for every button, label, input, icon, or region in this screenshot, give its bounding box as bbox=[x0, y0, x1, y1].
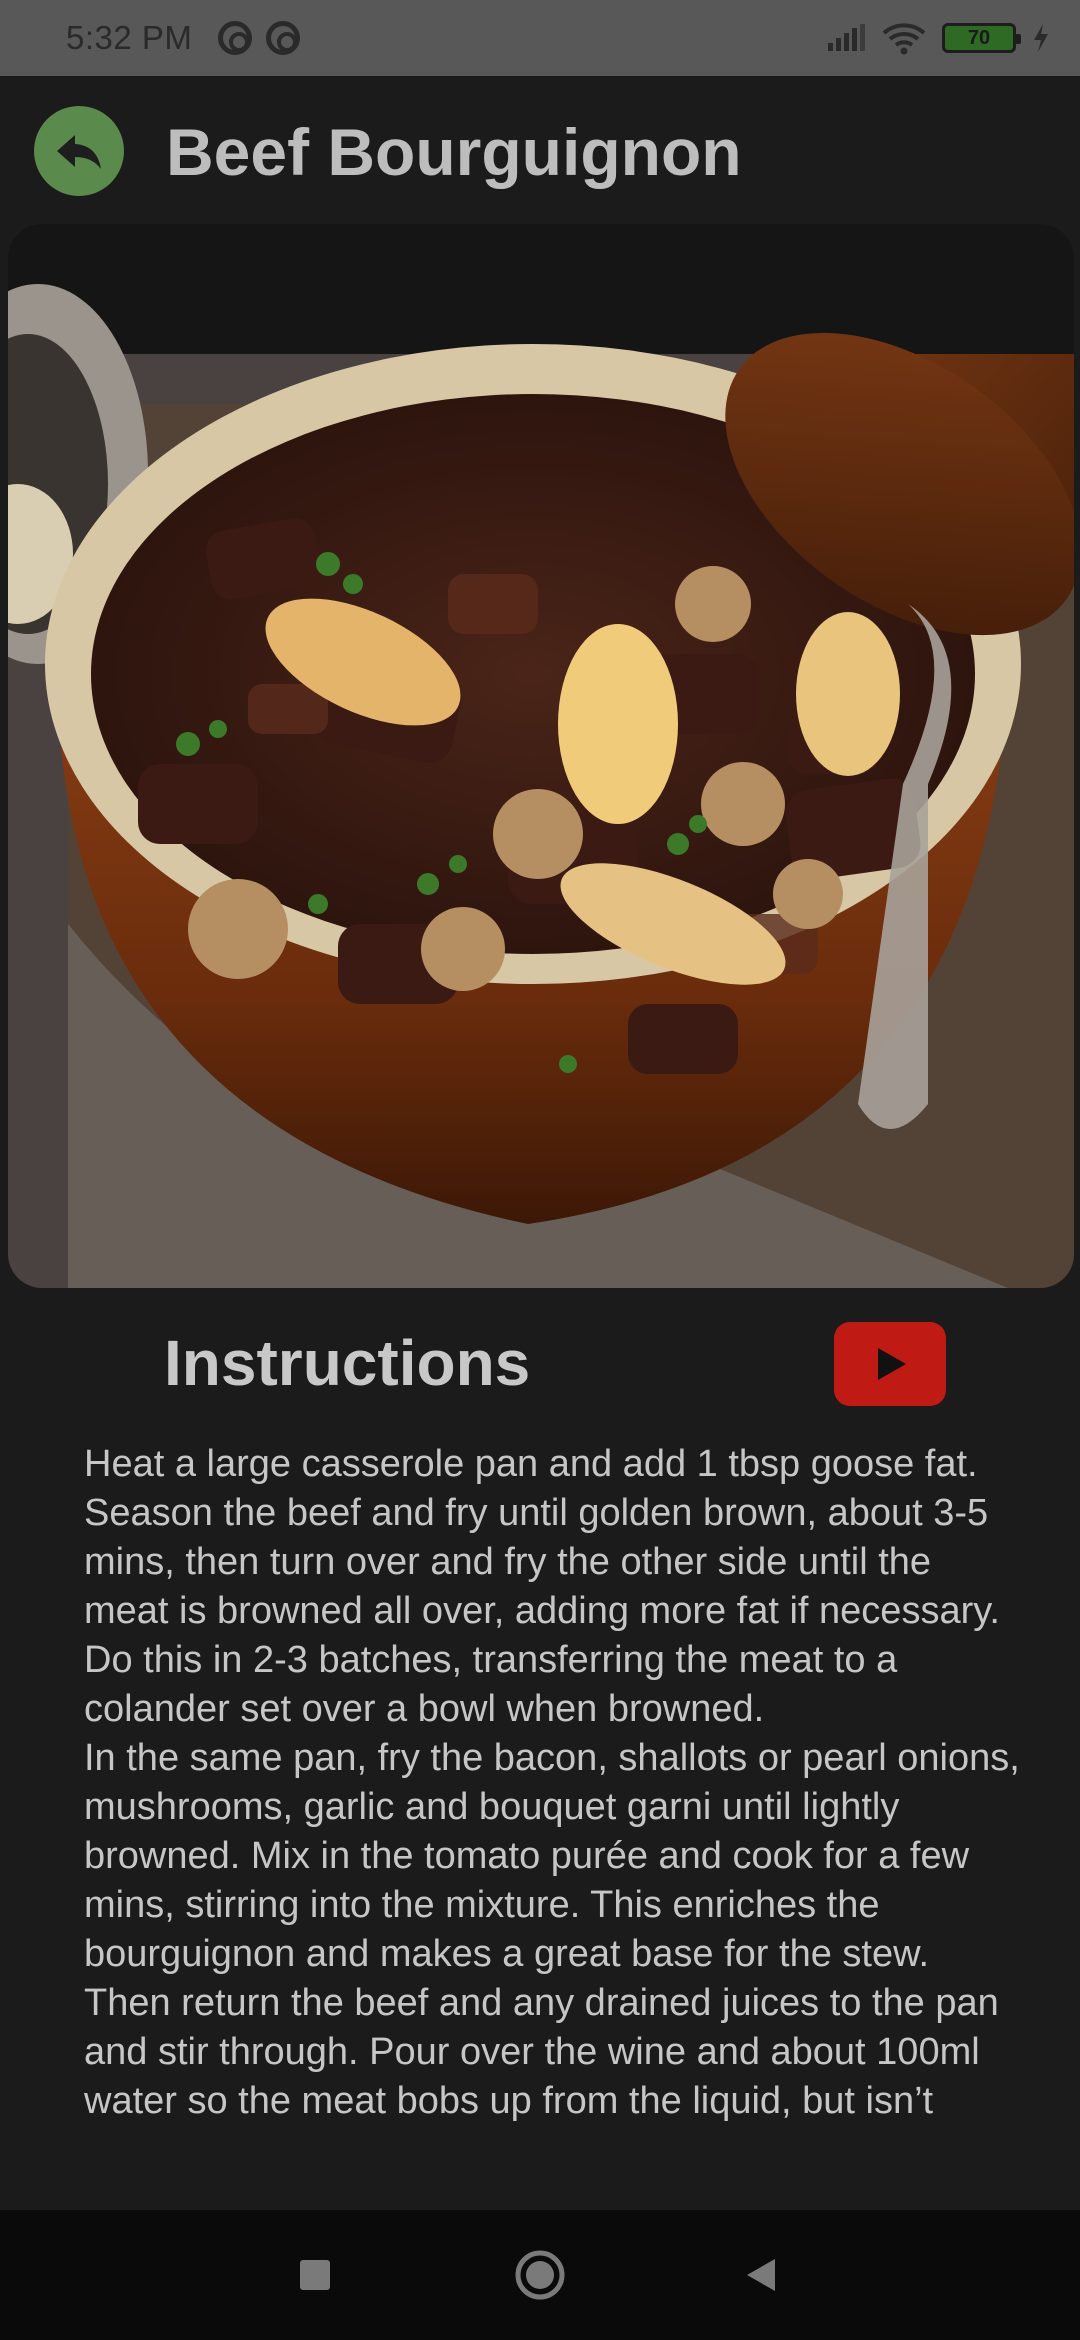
instruction-paragraph: In the same pan, fry the bacon, shallots… bbox=[84, 1737, 1020, 2122]
recents-square-icon bbox=[300, 2260, 330, 2290]
home-button[interactable] bbox=[513, 2248, 567, 2302]
page-title: Beef Bourguignon bbox=[166, 115, 742, 189]
play-icon bbox=[878, 1348, 906, 1380]
notification-icon bbox=[266, 21, 301, 55]
signal-icon bbox=[828, 24, 865, 51]
status-time: 5:32 PM bbox=[66, 19, 193, 56]
instruction-paragraph: Heat a large casserole pan and add 1 tbs… bbox=[84, 1443, 1000, 1730]
home-circle-icon bbox=[515, 2250, 565, 2300]
navigation-bar bbox=[0, 2210, 1080, 2340]
food-illustration bbox=[8, 224, 1074, 1288]
wifi-icon bbox=[882, 23, 926, 55]
youtube-button[interactable] bbox=[834, 1322, 946, 1406]
charging-icon bbox=[1034, 24, 1048, 52]
app-header: Beef Bourguignon bbox=[0, 76, 1080, 224]
notification-icon bbox=[218, 21, 253, 55]
back-button[interactable] bbox=[34, 106, 124, 196]
instructions-text: Heat a large casserole pan and add 1 tbs… bbox=[84, 1440, 1024, 2210]
instructions-title: Instructions bbox=[164, 1327, 531, 1399]
recents-button[interactable] bbox=[288, 2248, 342, 2302]
back-arrow-icon bbox=[57, 135, 101, 169]
recipe-image bbox=[8, 224, 1074, 1288]
back-triangle-icon bbox=[747, 2259, 775, 2291]
back-nav-button[interactable] bbox=[734, 2248, 788, 2302]
battery-icon: 70 bbox=[942, 23, 1021, 53]
status-bar: 5:32 PM 70 bbox=[0, 0, 1080, 76]
